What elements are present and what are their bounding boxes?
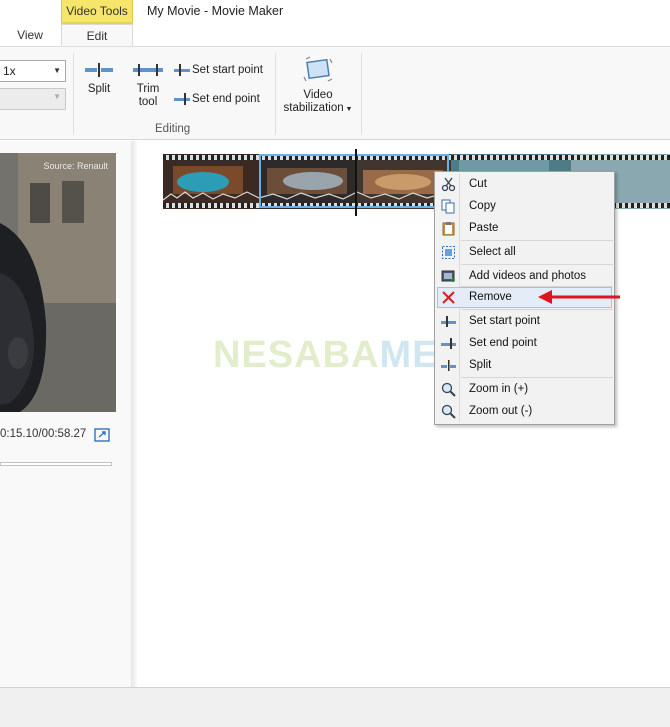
set-start-point-label: Set start point (192, 64, 263, 77)
menu-separator (461, 309, 613, 310)
menu-item-zoom-out[interactable]: Zoom out (-) (437, 401, 612, 422)
ribbon-divider (361, 53, 362, 135)
split-icon (85, 63, 113, 77)
video-stabilization-label: Video stabilization (283, 89, 344, 114)
speed-dropdown[interactable]: 1x ▼ (0, 60, 66, 82)
tab-view[interactable]: View (0, 24, 60, 46)
video-stabilization-button[interactable]: Video stabilization ▼ (280, 55, 356, 116)
menu-item-copy[interactable]: Copy (437, 196, 612, 217)
split-label: Split (87, 83, 111, 95)
menu-separator (461, 264, 613, 265)
watermark-part-a: NESABA (213, 334, 380, 376)
menu-item-label: Select all (469, 246, 516, 258)
menu-item-paste[interactable]: Paste (437, 218, 612, 239)
menu-item-label: Split (469, 359, 492, 371)
set-end-icon (441, 338, 456, 349)
add-media-icon (441, 270, 455, 282)
menu-item-label: Cut (469, 178, 487, 190)
set-end-point-label: Set end point (192, 93, 260, 106)
zoom-in-icon (441, 382, 456, 397)
split-button[interactable]: Split (82, 63, 116, 96)
set-end-point-button[interactable]: Set end point (174, 93, 260, 105)
select-all-icon (442, 246, 455, 259)
set-start-icon (174, 64, 190, 76)
menu-item-label: Zoom in (+) (469, 383, 529, 395)
set-start-point-button[interactable]: Set start point (174, 64, 263, 76)
time-readout: 0:15.10/00:58.27 (0, 428, 87, 440)
paste-icon (442, 222, 455, 236)
chevron-down-icon: ▼ (53, 92, 61, 101)
menu-item-label: Add videos and photos (469, 270, 587, 282)
menu-item-add-videos-and-photos[interactable]: Add videos and photos (437, 266, 612, 287)
menu-item-cut[interactable]: Cut (437, 174, 612, 195)
ribbon-divider (275, 53, 276, 135)
ribbon-divider (73, 53, 74, 135)
chevron-down-icon: ▼ (53, 66, 61, 75)
status-bar (0, 687, 670, 727)
tab-edit[interactable]: Edit (61, 24, 133, 46)
preview-frame-image (0, 153, 116, 412)
menu-item-zoom-in[interactable]: Zoom in (+) (437, 379, 612, 400)
split-icon (441, 360, 456, 371)
menu-item-label: Zoom out (-) (469, 405, 533, 417)
trim-tool-label: Trim tool (136, 83, 160, 108)
editing-group-label: Editing (155, 123, 191, 135)
menu-item-set-start-point[interactable]: Set start point (437, 311, 612, 332)
menu-separator (461, 377, 613, 378)
menu-item-label: Set end point (469, 337, 537, 349)
video-stabilization-icon (303, 56, 333, 82)
set-end-icon (174, 93, 190, 105)
menu-item-select-all[interactable]: Select all (437, 242, 612, 263)
menu-item-label: Paste (469, 222, 499, 234)
scissors-icon (441, 177, 456, 192)
menu-separator (461, 240, 613, 241)
selected-clip-outline[interactable] (259, 154, 449, 208)
trim-tool-button[interactable]: Trim tool (131, 63, 165, 109)
menu-item-label: Copy (469, 200, 496, 212)
set-start-icon (441, 316, 456, 327)
speed-dropdown-value: 1x (3, 64, 16, 78)
title-bar: Video Tools My Movie - Movie Maker View … (0, 0, 670, 46)
trim-tool-icon (133, 64, 163, 76)
video-tools-tab-group: Video Tools (61, 0, 133, 22)
source-caption: Source: Renault (43, 161, 108, 171)
duration-dropdown[interactable]: ▼ (0, 88, 66, 110)
window-title: My Movie - Movie Maker (147, 4, 284, 18)
seek-bar[interactable] (0, 462, 112, 466)
menu-item-set-end-point[interactable]: Set end point (437, 333, 612, 354)
copy-icon (441, 199, 455, 214)
video-preview[interactable]: Source: Renault (0, 153, 116, 412)
remove-x-icon (442, 291, 455, 304)
chevron-down-icon: ▼ (343, 106, 353, 113)
menu-item-label: Remove (469, 291, 512, 303)
menu-item-split[interactable]: Split (437, 355, 612, 376)
expand-preview-icon[interactable] (94, 428, 110, 442)
menu-item-label: Set start point (469, 315, 540, 327)
playhead[interactable] (355, 149, 357, 216)
annotation-arrow-icon (538, 290, 620, 304)
zoom-out-icon (441, 404, 456, 419)
ribbon: 1x ▼ ▼ Split Trim tool Set start point S (0, 46, 670, 140)
